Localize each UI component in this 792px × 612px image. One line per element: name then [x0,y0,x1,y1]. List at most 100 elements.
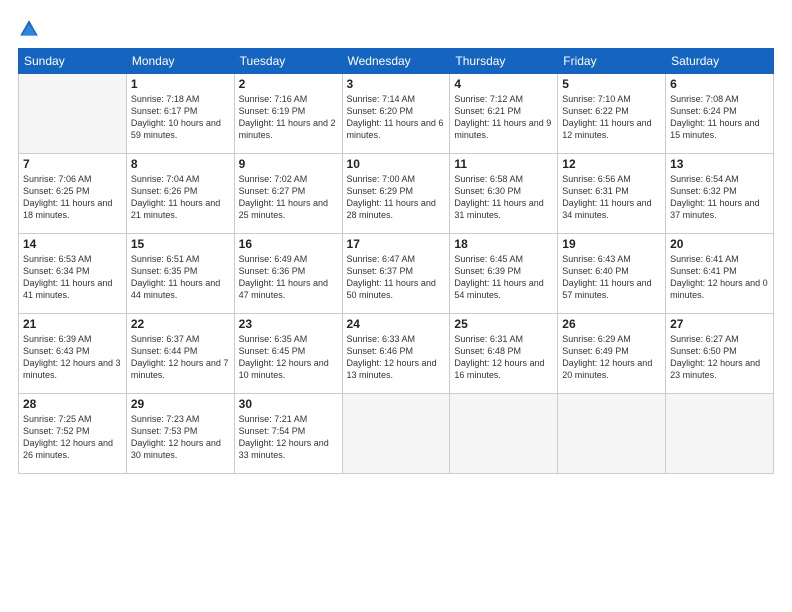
calendar-cell: 29 Sunrise: 7:23 AMSunset: 7:53 PMDayligh… [126,394,234,474]
calendar-cell: 7 Sunrise: 7:06 AMSunset: 6:25 PMDaylight… [19,154,127,234]
day-info: Sunrise: 6:31 AMSunset: 6:48 PMDaylight:… [454,333,553,382]
day-number: 22 [131,317,230,331]
day-info: Sunrise: 6:33 AMSunset: 6:46 PMDaylight:… [347,333,446,382]
day-number: 7 [23,157,122,171]
day-info: Sunrise: 7:25 AMSunset: 7:52 PMDaylight:… [23,413,122,462]
day-number: 23 [239,317,338,331]
day-info: Sunrise: 6:41 AMSunset: 6:41 PMDaylight:… [670,253,769,302]
day-info: Sunrise: 7:21 AMSunset: 7:54 PMDaylight:… [239,413,338,462]
day-info: Sunrise: 6:27 AMSunset: 6:50 PMDaylight:… [670,333,769,382]
day-number: 10 [347,157,446,171]
day-info: Sunrise: 7:06 AMSunset: 6:25 PMDaylight:… [23,173,122,222]
day-info: Sunrise: 6:29 AMSunset: 6:49 PMDaylight:… [562,333,661,382]
day-number: 8 [131,157,230,171]
calendar-week-row: 21Sunrise: 6:39 AMSunset: 6:43 PMDayligh… [19,314,774,394]
calendar-cell: 23 Sunrise: 6:35 AMSunset: 6:45 PMDayligh… [234,314,342,394]
calendar-week-row: 1 Sunrise: 7:18 AMSunset: 6:17 PMDaylight… [19,74,774,154]
day-info: Sunrise: 6:49 AMSunset: 6:36 PMDaylight:… [239,253,338,302]
calendar-cell: 6Sunrise: 7:08 AMSunset: 6:24 PMDaylight… [666,74,774,154]
day-info: Sunrise: 6:45 AMSunset: 6:39 PMDaylight:… [454,253,553,302]
day-number: 4 [454,77,553,91]
calendar-cell: 28 Sunrise: 7:25 AMSunset: 7:52 PMDayligh… [19,394,127,474]
logo [18,18,42,40]
day-info: Sunrise: 6:56 AMSunset: 6:31 PMDaylight:… [562,173,661,222]
calendar-cell: 4 Sunrise: 7:12 AMSunset: 6:21 PMDaylight… [450,74,558,154]
calendar-week-row: 28 Sunrise: 7:25 AMSunset: 7:52 PMDayligh… [19,394,774,474]
day-number: 3 [347,77,446,91]
day-info: Sunrise: 7:00 AMSunset: 6:29 PMDaylight:… [347,173,446,222]
day-number: 19 [562,237,661,251]
day-info: Sunrise: 6:54 AMSunset: 6:32 PMDaylight:… [670,173,769,222]
day-info: Sunrise: 6:53 AMSunset: 6:34 PMDaylight:… [23,253,122,302]
day-info: Sunrise: 7:02 AMSunset: 6:27 PMDaylight:… [239,173,338,222]
day-number: 13 [670,157,769,171]
calendar-cell: 3 Sunrise: 7:14 AMSunset: 6:20 PMDaylight… [342,74,450,154]
weekday-header: Friday [558,49,666,74]
calendar-cell [450,394,558,474]
weekday-header: Tuesday [234,49,342,74]
day-info: Sunrise: 6:35 AMSunset: 6:45 PMDaylight:… [239,333,338,382]
day-number: 17 [347,237,446,251]
day-info: Sunrise: 6:43 AMSunset: 6:40 PMDaylight:… [562,253,661,302]
calendar-cell: 9Sunrise: 7:02 AMSunset: 6:27 PMDaylight… [234,154,342,234]
calendar-cell: 19 Sunrise: 6:43 AMSunset: 6:40 PMDayligh… [558,234,666,314]
calendar-cell: 11Sunrise: 6:58 AMSunset: 6:30 PMDayligh… [450,154,558,234]
calendar-cell: 21Sunrise: 6:39 AMSunset: 6:43 PMDayligh… [19,314,127,394]
day-info: Sunrise: 7:08 AMSunset: 6:24 PMDaylight:… [670,93,769,142]
calendar-cell: 10 Sunrise: 7:00 AMSunset: 6:29 PMDayligh… [342,154,450,234]
day-number: 24 [347,317,446,331]
day-info: Sunrise: 7:14 AMSunset: 6:20 PMDaylight:… [347,93,446,142]
calendar-cell: 26 Sunrise: 6:29 AMSunset: 6:49 PMDayligh… [558,314,666,394]
day-number: 26 [562,317,661,331]
day-number: 18 [454,237,553,251]
day-number: 1 [131,77,230,91]
calendar-body: 1 Sunrise: 7:18 AMSunset: 6:17 PMDaylight… [19,74,774,474]
day-number: 2 [239,77,338,91]
day-info: Sunrise: 7:10 AMSunset: 6:22 PMDaylight:… [562,93,661,142]
day-info: Sunrise: 7:18 AMSunset: 6:17 PMDaylight:… [131,93,230,142]
day-number: 16 [239,237,338,251]
day-number: 27 [670,317,769,331]
calendar-cell: 20Sunrise: 6:41 AMSunset: 6:41 PMDayligh… [666,234,774,314]
day-info: Sunrise: 7:16 AMSunset: 6:19 PMDaylight:… [239,93,338,142]
day-info: Sunrise: 7:12 AMSunset: 6:21 PMDaylight:… [454,93,553,142]
logo-icon [18,18,40,40]
day-number: 29 [131,397,230,411]
day-info: Sunrise: 7:04 AMSunset: 6:26 PMDaylight:… [131,173,230,222]
header [18,18,774,40]
calendar-cell: 17 Sunrise: 6:47 AMSunset: 6:37 PMDayligh… [342,234,450,314]
day-info: Sunrise: 6:51 AMSunset: 6:35 PMDaylight:… [131,253,230,302]
weekday-header: Saturday [666,49,774,74]
calendar-week-row: 7 Sunrise: 7:06 AMSunset: 6:25 PMDaylight… [19,154,774,234]
calendar-cell: 25 Sunrise: 6:31 AMSunset: 6:48 PMDayligh… [450,314,558,394]
weekday-header: Sunday [19,49,127,74]
weekday-row: SundayMondayTuesdayWednesdayThursdayFrid… [19,49,774,74]
day-number: 12 [562,157,661,171]
calendar-cell: 13 Sunrise: 6:54 AMSunset: 6:32 PMDayligh… [666,154,774,234]
calendar-cell: 24 Sunrise: 6:33 AMSunset: 6:46 PMDayligh… [342,314,450,394]
calendar-cell: 30 Sunrise: 7:21 AMSunset: 7:54 PMDayligh… [234,394,342,474]
weekday-header: Wednesday [342,49,450,74]
calendar-cell: 12 Sunrise: 6:56 AMSunset: 6:31 PMDayligh… [558,154,666,234]
calendar-cell: 22 Sunrise: 6:37 AMSunset: 6:44 PMDayligh… [126,314,234,394]
calendar-cell: 8 Sunrise: 7:04 AMSunset: 6:26 PMDaylight… [126,154,234,234]
day-info: Sunrise: 7:23 AMSunset: 7:53 PMDaylight:… [131,413,230,462]
day-number: 30 [239,397,338,411]
weekday-header: Thursday [450,49,558,74]
page: SundayMondayTuesdayWednesdayThursdayFrid… [0,0,792,612]
calendar-cell: 14Sunrise: 6:53 AMSunset: 6:34 PMDayligh… [19,234,127,314]
calendar-cell [558,394,666,474]
day-info: Sunrise: 6:39 AMSunset: 6:43 PMDaylight:… [23,333,122,382]
day-number: 15 [131,237,230,251]
calendar-cell: 1 Sunrise: 7:18 AMSunset: 6:17 PMDaylight… [126,74,234,154]
calendar-header: SundayMondayTuesdayWednesdayThursdayFrid… [19,49,774,74]
day-number: 28 [23,397,122,411]
calendar-cell [666,394,774,474]
calendar-cell: 15 Sunrise: 6:51 AMSunset: 6:35 PMDayligh… [126,234,234,314]
day-info: Sunrise: 6:47 AMSunset: 6:37 PMDaylight:… [347,253,446,302]
day-info: Sunrise: 6:37 AMSunset: 6:44 PMDaylight:… [131,333,230,382]
calendar-cell [19,74,127,154]
day-number: 5 [562,77,661,91]
day-number: 11 [454,157,553,171]
day-number: 25 [454,317,553,331]
